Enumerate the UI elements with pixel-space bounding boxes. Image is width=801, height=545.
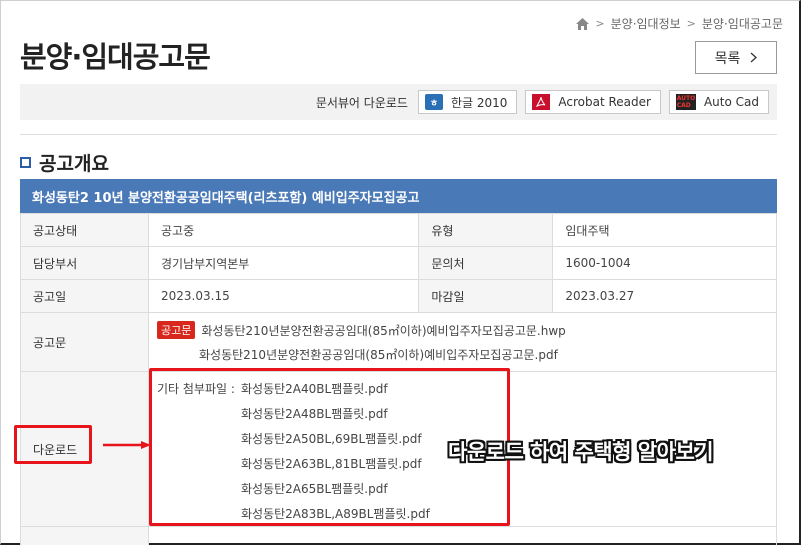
dept-label: 담당부서 [20, 246, 149, 280]
table-row: 공고상태 공고중 유형 임대주택 [20, 213, 777, 247]
hwp-viewer-label: 한글 2010 [450, 95, 508, 110]
table-row: 공고문 공고문 화성동탄210년분양전환공공임대(85㎡이하)예비입주자모집공고… [20, 312, 777, 372]
status-value: 공고중 [147, 213, 420, 247]
doc-label: 공고문 [20, 312, 149, 372]
doc-file-hwp-link[interactable]: 화성동탄210년분양전환공공임대(85㎡이하)예비입주자모집공고문.hwp [201, 322, 565, 339]
viewer-download-label: 문서뷰어 다운로드 [315, 95, 408, 110]
contact-label: 문의처 [418, 246, 554, 280]
autocad-icon: AUTO CAD [675, 94, 696, 110]
deadline-value: 2023.03.27 [552, 279, 777, 313]
section-title: 공고개요 [20, 149, 109, 176]
type-label: 유형 [418, 213, 554, 247]
type-value: 임대주택 [552, 213, 777, 247]
table-row: 공고일 2023.03.15 마감일 2023.03.27 [20, 279, 777, 313]
doc-files-cell: 공고문 화성동탄210년분양전환공공임대(85㎡이하)예비입주자모집공고문.hw… [148, 312, 777, 372]
download-label-highlight [14, 425, 92, 464]
doc-badge: 공고문 [157, 321, 196, 339]
doc-file-pdf-link[interactable]: 화성동탄210년분양전환공공임대(85㎡이하)예비입주자모집공고문.pdf [199, 346, 558, 363]
viewer-download-bar: 문서뷰어 다운로드 ㅎ 한글 2010 Acrobat Reader AUTO C… [20, 84, 777, 120]
chevron-right-icon: > [595, 17, 605, 30]
square-bullet-icon [20, 157, 31, 168]
doc-file-hwp-row: 공고문 화성동탄210년분양전환공공임대(85㎡이하)예비입주자모집공고문.hw… [157, 318, 764, 342]
section-title-text: 공고개요 [39, 153, 109, 175]
hwp-icon: ㅎ [424, 94, 443, 110]
status-label: 공고상태 [20, 213, 149, 247]
breadcrumb-item-current[interactable]: 분양·임대공고문 [702, 15, 783, 32]
autocad-viewer-label: Auto Cad [703, 95, 759, 109]
hwp-viewer-button[interactable]: ㅎ 한글 2010 [417, 90, 518, 114]
date-value: 2023.03.15 [147, 279, 420, 313]
arrow-right-icon [103, 441, 151, 449]
annotation-text: 다운로드 하여 주택형 알아보기 [448, 440, 714, 464]
table-row: 담당부서 경기남부지역본부 문의처 1600-1004 [20, 246, 777, 280]
list-button-label: 목록 [714, 50, 741, 67]
empty-cell [148, 526, 777, 545]
breadcrumb: > 분양·임대정보 > 분양·임대공고문 [576, 15, 783, 32]
list-button[interactable]: 목록 [695, 41, 777, 74]
notice-title: 화성동탄2 10년 분양전환공공임대주택(리츠포함) 예비입주자모집공고 [20, 179, 777, 213]
empty-cell [20, 526, 149, 545]
home-icon[interactable] [576, 17, 590, 30]
deadline-label: 마감일 [418, 279, 554, 313]
contact-value: 1600-1004 [552, 246, 777, 280]
doc-file-pdf-row: 화성동탄210년분양전환공공임대(85㎡이하)예비입주자모집공고문.pdf [157, 342, 764, 366]
date-label: 공고일 [20, 279, 149, 313]
chevron-right-icon: > [686, 17, 696, 30]
acrobat-reader-button[interactable]: Acrobat Reader [525, 90, 661, 114]
autocad-viewer-button[interactable]: AUTO CAD Auto Cad [668, 90, 769, 114]
divider [20, 134, 777, 135]
breadcrumb-item[interactable]: 분양·임대정보 [611, 15, 681, 32]
chevron-right-icon [750, 52, 758, 63]
acrobat-reader-label: Acrobat Reader [558, 95, 651, 109]
page-title: 분양·임대공고문 [20, 40, 211, 74]
pdf-icon [532, 94, 551, 110]
dept-value: 경기남부지역본부 [147, 246, 420, 280]
table-row [20, 526, 777, 545]
